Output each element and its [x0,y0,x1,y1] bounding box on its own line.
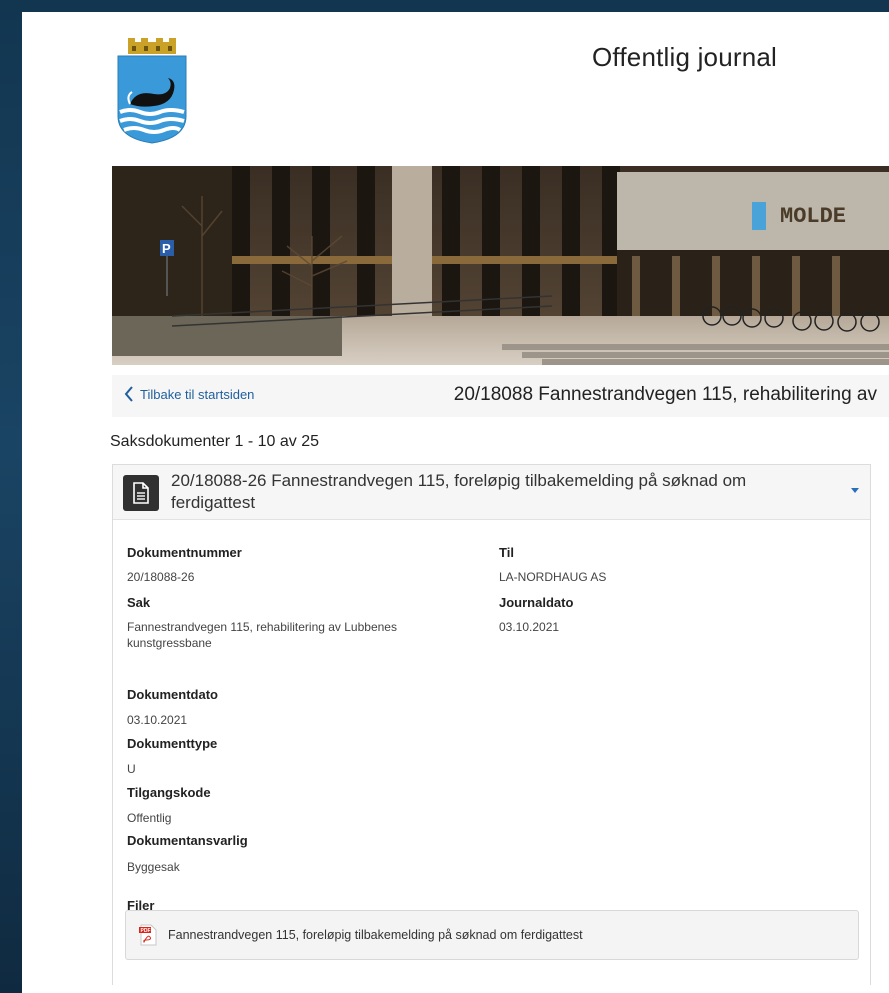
document-card-header[interactable]: 20/18088-26 Fannestrandvegen 115, forelø… [113,465,870,520]
journaldato-value: 03.10.2021 [499,620,560,634]
dokumenttype-value: U [127,762,136,776]
dokumentdato-label: Dokumentdato [127,687,218,702]
expand-caret-icon[interactable] [850,487,860,495]
dokumenttype-label: Dokumenttype [127,736,218,751]
building-sign: MOLDE [780,204,846,229]
document-card: 20/18088-26 Fannestrandvegen 115, forelø… [112,464,871,985]
pdf-badge: PDF [141,928,151,934]
file-link[interactable]: PDF Fannestrandvegen 115, foreløpig tilb… [125,910,859,960]
town-hall-photo: MOLDE P [112,166,889,365]
page: Offentlig journal MOLDE P Tilbake til st… [22,12,889,993]
document-title: 20/18088-26 Fannestrandvegen 115, forelø… [171,471,747,512]
dokumentdato-value: 03.10.2021 [127,713,188,727]
tilgangskode-value: Offentlig [127,811,172,825]
sak-value: Fannestrandvegen 115, rehabilitering av … [127,620,397,650]
dokumentnummer-label: Dokumentnummer [127,545,242,560]
tilgangskode-label: Tilgangskode [127,785,211,800]
til-label: Til [499,545,514,560]
back-link-label: Tilbake til startsiden [140,386,255,402]
case-navigation-bar: Tilbake til startsiden 20/18088 Fannestr… [112,375,889,417]
back-to-start-link[interactable]: Tilbake til startsiden [124,386,254,402]
case-title: 20/18088 Fannestrandvegen 115, rehabilit… [453,384,877,405]
file-name: Fannestrandvegen 115, foreløpig tilbakem… [168,928,583,942]
site-title: Offentlig journal [592,42,778,72]
sak-label: Sak [127,595,151,610]
document-count-heading: Saksdokumenter 1 - 10 av 25 [110,433,320,450]
dokumentansvarlig-value: Byggesak [127,860,180,874]
molde-coat-of-arms-logo [117,38,187,144]
pdf-file-icon: PDF [139,924,157,946]
dokumentansvarlig-label: Dokumentansvarlig [127,833,248,848]
parking-sign: P [162,241,171,256]
chevron-left-icon [124,386,133,402]
document-icon [123,475,159,511]
dokumentnummer-value: 20/18088-26 [127,570,195,584]
til-value: LA-NORDHAUG AS [499,570,607,584]
journaldato-label: Journaldato [499,595,574,610]
